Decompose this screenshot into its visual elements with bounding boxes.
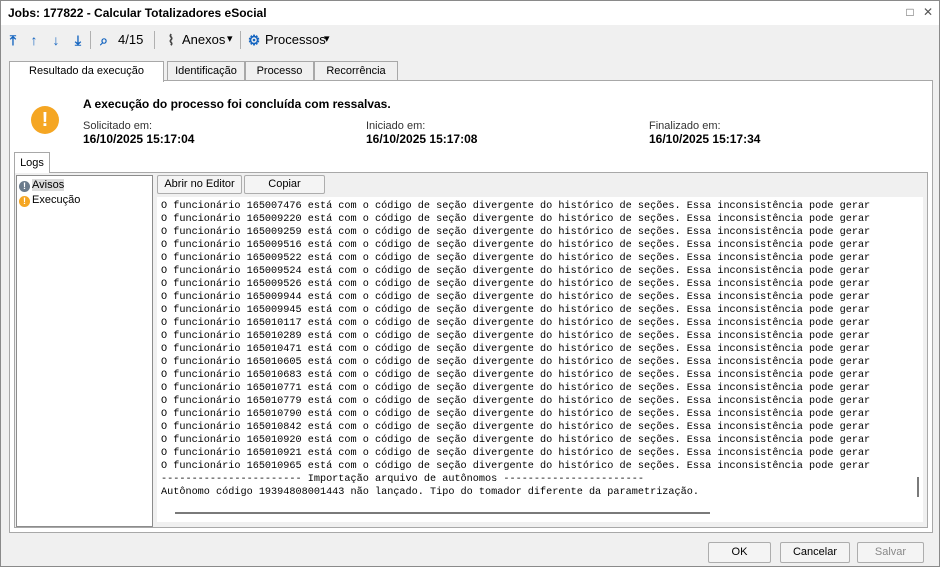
log-line: O funcionário 165010605 está com o códig… bbox=[161, 357, 871, 368]
chevron-down-icon[interactable]: ▾ bbox=[227, 32, 233, 45]
anexos-menu[interactable]: Anexos bbox=[182, 32, 225, 47]
paperclip-icon[interactable]: ⌇ bbox=[163, 31, 179, 49]
info-icon: ! bbox=[19, 181, 30, 192]
solicitado-value: 16/10/2025 15:17:04 bbox=[83, 132, 195, 146]
open-editor-button[interactable]: Abrir no Editor bbox=[157, 175, 242, 194]
chevron-down-icon[interactable]: ▾ bbox=[324, 32, 330, 45]
log-line: O funcionário 165010471 está com o códig… bbox=[161, 344, 871, 355]
gear-icon[interactable]: ⚙ bbox=[246, 31, 262, 49]
close-icon[interactable]: ✕ bbox=[921, 5, 935, 19]
log-line: O funcionário 165009945 está com o códig… bbox=[161, 305, 871, 316]
tree-item-label: Execução bbox=[32, 194, 81, 206]
log-line: O funcionário 165010117 está com o códig… bbox=[161, 318, 871, 329]
log-line: O funcionário 165010842 está com o códig… bbox=[161, 422, 871, 433]
log-line: O funcionário 165009259 está com o códig… bbox=[161, 227, 871, 238]
toolbar-divider bbox=[90, 31, 91, 49]
tab-logs[interactable]: Logs bbox=[14, 152, 50, 173]
tree-item-label: Avisos bbox=[32, 179, 65, 191]
logs-area: ! Avisos ! Execução Abrir no Editor Copiar… bbox=[14, 172, 928, 528]
iniciado-label: Iniciado em: bbox=[366, 120, 426, 132]
save-button[interactable]: Salvar bbox=[857, 542, 924, 563]
record-counter: 4/15 bbox=[118, 32, 144, 47]
log-text[interactable]: O funcionário 165007476 está com o códig… bbox=[157, 197, 923, 522]
cancel-button[interactable]: Cancelar bbox=[780, 542, 850, 563]
log-line: O funcionário 165009526 está com o códig… bbox=[161, 279, 871, 290]
job-window: Jobs: 177822 - Calcular Totalizadores eS… bbox=[0, 0, 940, 567]
log-line: O funcionário 165010921 está com o códig… bbox=[161, 448, 871, 459]
log-line: O funcionário 165009522 está com o códig… bbox=[161, 253, 871, 264]
warning-icon: ! bbox=[19, 196, 30, 207]
tree-item-execucao[interactable]: ! Execução bbox=[19, 193, 80, 207]
first-record-icon[interactable]: ⤒ bbox=[5, 31, 21, 49]
title-bar: Jobs: 177822 - Calcular Totalizadores eS… bbox=[1, 1, 939, 25]
tab-resultado[interactable]: Resultado da execução bbox=[9, 61, 164, 82]
log-line: O funcionário 165007476 está com o códig… bbox=[161, 201, 871, 212]
toolbar-divider bbox=[240, 31, 241, 49]
previous-record-icon[interactable]: ↑ bbox=[26, 31, 42, 49]
log-line: ----------------------- Importação arqui… bbox=[161, 474, 644, 485]
finalizado-value: 16/10/2025 15:17:34 bbox=[649, 132, 761, 146]
window-title: Jobs: 177822 - Calcular Totalizadores eS… bbox=[8, 6, 267, 20]
last-record-icon[interactable]: ⤓ bbox=[70, 31, 86, 49]
next-record-icon[interactable]: ↓ bbox=[48, 31, 64, 49]
log-line: O funcionário 165010779 está com o códig… bbox=[161, 396, 871, 407]
log-line: Autônomo código 19394808001443 não lança… bbox=[161, 487, 699, 498]
log-line: O funcionário 165009220 está com o códig… bbox=[161, 214, 871, 225]
ok-button[interactable]: OK bbox=[708, 542, 771, 563]
log-line: O funcionário 165009944 está com o códig… bbox=[161, 292, 871, 303]
tab-recorrencia[interactable]: Recorrência bbox=[314, 61, 398, 81]
result-message: A execução do processo foi concluída com… bbox=[83, 97, 391, 111]
tab-processo[interactable]: Processo bbox=[245, 61, 314, 81]
toolbar: ⤒ ↑ ↓ ⤓ ⌕ 4/15 ⌇ Anexos ▾ ⚙ Processos ▾ bbox=[1, 27, 939, 53]
processos-menu[interactable]: Processos bbox=[265, 32, 326, 47]
iniciado-value: 16/10/2025 15:17:08 bbox=[366, 132, 478, 146]
tab-identificacao[interactable]: Identificação bbox=[167, 61, 245, 81]
log-line: O funcionário 165010771 está com o códig… bbox=[161, 383, 871, 394]
log-line: O funcionário 165010790 está com o códig… bbox=[161, 409, 871, 420]
finalizado-label: Finalizado em: bbox=[649, 120, 721, 132]
horizontal-scrollbar[interactable] bbox=[175, 512, 710, 514]
log-line: O funcionário 165009516 está com o códig… bbox=[161, 240, 871, 251]
solicitado-label: Solicitado em: bbox=[83, 120, 153, 132]
log-line: O funcionário 165010683 está com o códig… bbox=[161, 370, 871, 381]
log-line: O funcionário 165010289 está com o códig… bbox=[161, 331, 871, 342]
result-panel: ! A execução do processo foi concluída c… bbox=[9, 80, 933, 533]
warning-icon: ! bbox=[31, 106, 59, 134]
vertical-scrollbar[interactable] bbox=[917, 477, 919, 497]
copy-button[interactable]: Copiar bbox=[244, 175, 325, 194]
log-tree: ! Avisos ! Execução bbox=[16, 175, 153, 527]
toolbar-divider bbox=[154, 31, 155, 49]
log-line: O funcionário 165009524 está com o códig… bbox=[161, 266, 871, 277]
tree-item-avisos[interactable]: ! Avisos bbox=[19, 178, 65, 192]
log-line: O funcionário 165010920 está com o códig… bbox=[161, 435, 871, 446]
log-line: O funcionário 165010965 está com o códig… bbox=[161, 461, 871, 472]
search-icon[interactable]: ⌕ bbox=[96, 31, 112, 49]
restore-icon[interactable]: □ bbox=[903, 5, 917, 19]
